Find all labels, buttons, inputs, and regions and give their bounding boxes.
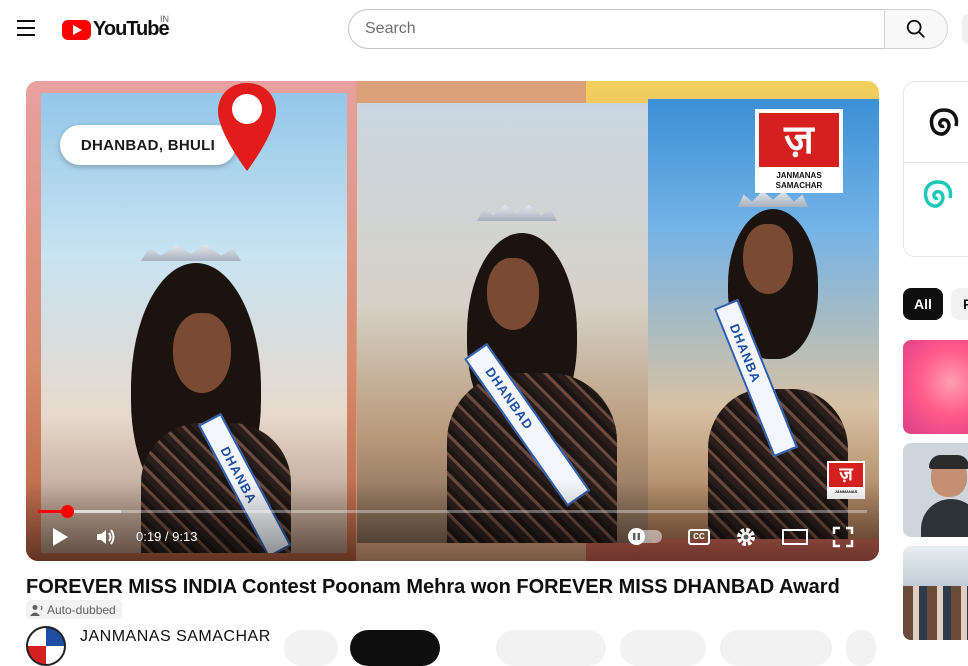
- filter-chip-next[interactable]: F: [951, 288, 968, 320]
- ad-divider: [904, 162, 968, 163]
- theater-mode-button[interactable]: [782, 525, 808, 549]
- recommended-thumbnail-3[interactable]: [903, 546, 968, 640]
- person-voice-icon: [30, 604, 43, 616]
- auto-dubbed-label: Auto-dubbed: [47, 602, 116, 617]
- voice-search-button[interactable]: [962, 14, 968, 44]
- progress-bar[interactable]: [38, 505, 867, 518]
- recommended-thumbnail-1[interactable]: [903, 340, 968, 434]
- brand-line-2: SAMACHAR: [775, 181, 823, 190]
- subscribe-button[interactable]: [350, 630, 440, 666]
- search-input[interactable]: [348, 9, 886, 49]
- menu-icon[interactable]: [17, 20, 35, 36]
- location-text: DHANBAD, BHULI: [80, 136, 216, 154]
- more-actions-button[interactable]: [846, 630, 876, 666]
- autoplay-toggle[interactable]: [628, 528, 662, 545]
- logo-wordmark: YouTube: [93, 18, 170, 40]
- ad-card[interactable]: [903, 81, 968, 257]
- progress-scrubber[interactable]: [61, 505, 74, 518]
- download-button[interactable]: [720, 630, 832, 666]
- mute-button[interactable]: [94, 525, 118, 549]
- location-label: DHANBAD, BHULI: [60, 125, 236, 165]
- recommended-thumbnail-2[interactable]: [903, 443, 968, 537]
- thumbnail-2-person: [921, 455, 968, 537]
- ad-brand-logo-teal-icon: [923, 180, 953, 208]
- youtube-logo[interactable]: YouTube IN: [62, 14, 170, 41]
- time-display: 0:19 / 9:13: [136, 529, 198, 544]
- location-pin-icon: [218, 83, 276, 171]
- channel-avatar[interactable]: [26, 626, 66, 666]
- join-button[interactable]: [284, 630, 338, 666]
- video-player[interactable]: DHANBA DHANBAD DHANBA DHANBAD, BHULI ज़ …: [26, 81, 879, 561]
- youtube-play-logo-icon: [62, 19, 91, 40]
- video-title: FOREVER MISS INDIA Contest Poonam Mehra …: [26, 576, 840, 598]
- ad-brand-logo-icon: [929, 108, 959, 136]
- filter-chip-all[interactable]: All: [903, 288, 943, 320]
- search-button[interactable]: [884, 9, 948, 49]
- play-icon: [53, 528, 68, 546]
- share-button[interactable]: [620, 630, 706, 666]
- theater-mode-icon: [782, 529, 808, 545]
- controls-gradient: [26, 481, 879, 561]
- channel-watermark-logo: ज़ JANMANAS SAMACHAR: [755, 109, 843, 193]
- autoplay-toggle-knob: [628, 528, 645, 545]
- play-button[interactable]: [50, 525, 70, 549]
- search-icon: [906, 19, 925, 38]
- masthead: YouTube IN: [0, 0, 968, 56]
- settings-button[interactable]: [734, 525, 758, 549]
- brand-logo-glyph: ज़: [759, 113, 839, 167]
- volume-icon: [97, 529, 115, 545]
- fullscreen-button[interactable]: [832, 525, 854, 549]
- video-frame-panel-2: DHANBAD: [357, 103, 652, 543]
- channel-name[interactable]: JANMANAS SAMACHAR: [80, 628, 271, 646]
- thumbnail-3-crowd: [903, 586, 968, 640]
- like-dislike-button[interactable]: [496, 630, 606, 666]
- fullscreen-icon: [832, 526, 854, 548]
- subtitles-button[interactable]: CC: [688, 529, 710, 545]
- logo-region-code: IN: [160, 14, 169, 24]
- auto-dubbed-badge: Auto-dubbed: [26, 600, 122, 619]
- brand-line-1: JANMANAS: [776, 171, 822, 180]
- gear-icon: [737, 528, 755, 546]
- pause-icon: [633, 533, 640, 540]
